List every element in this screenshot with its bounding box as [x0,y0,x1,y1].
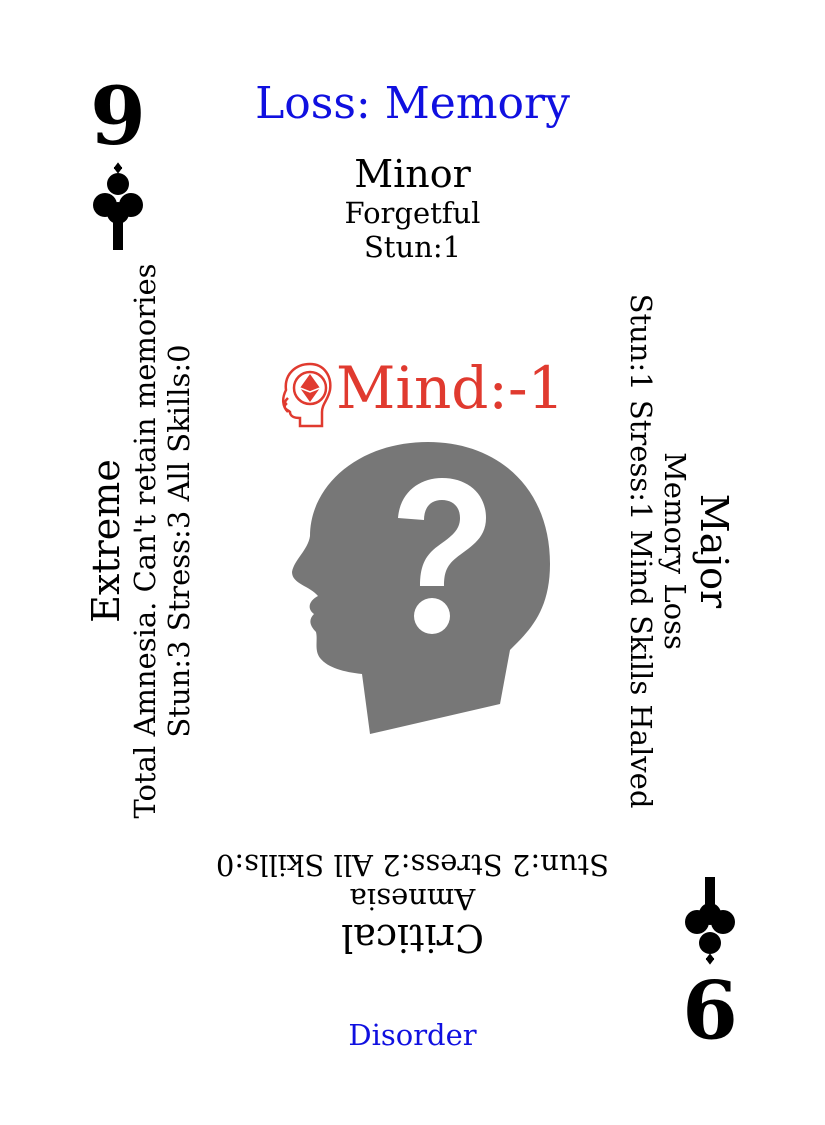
question-head-icon [292,442,550,734]
severity-bottom-effect: Amnesia [349,882,476,916]
severity-right-name: Major [692,493,736,609]
card-category: Disorder [348,1018,477,1052]
mind-label: Mind:-1 [336,354,565,422]
severity-top-effect: Forgetful [344,196,481,230]
game-card[interactable]: 9 9 Loss: Memory Minor Forgetful Stun:1 … [0,0,825,1125]
severity-bottom: Critical Amnesia Stun:2 Stress:2 All Ski… [0,848,825,960]
severity-right-effect: Memory Loss [658,452,692,650]
severity-left-effect: Total Amnesia. Can't retain memories [128,263,162,819]
card-title: Loss: Memory [255,78,570,129]
severity-left-stats: Stun:3 Stress:3 All Skills:0 [162,344,196,738]
severity-right-stats: Stun:1 Stress:1 Mind Skills Halved [624,293,658,809]
mind-modifier: Mind:-1 [278,352,578,432]
severity-left-name: Extreme [84,459,128,623]
mind-head-icon [282,362,332,428]
severity-bottom-name: Critical [341,916,484,960]
severity-top-name: Minor [354,152,471,196]
